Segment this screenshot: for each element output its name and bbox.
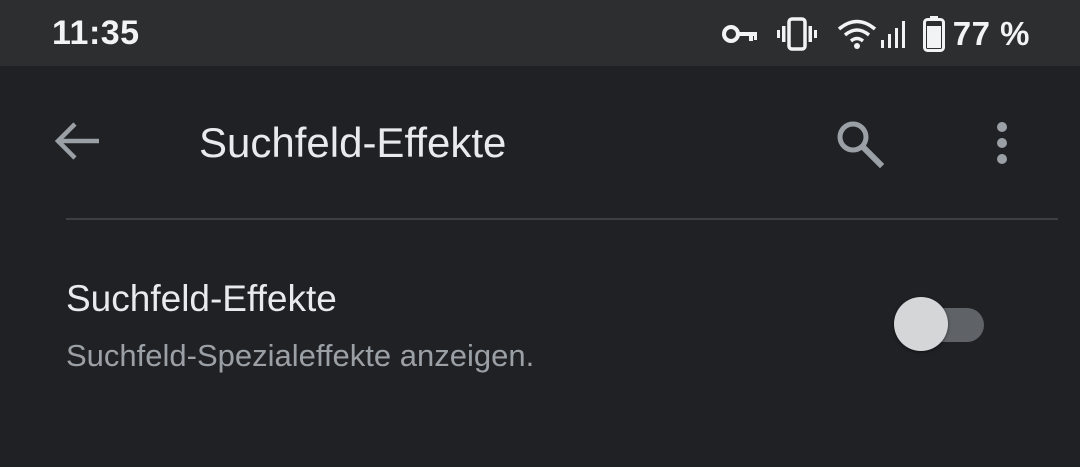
status-icons: 77 % xyxy=(721,12,1030,56)
vpn-key-icon xyxy=(721,22,759,46)
setting-summary: Suchfeld-Spezialeffekte anzeigen. xyxy=(66,338,535,373)
app-bar: Suchfeld-Effekte xyxy=(0,66,1080,218)
setting-title: Suchfeld-Effekte xyxy=(66,278,337,319)
back-button[interactable] xyxy=(46,116,108,170)
more-options-button[interactable] xyxy=(980,114,1024,176)
search-icon xyxy=(834,118,885,173)
search-button[interactable] xyxy=(828,114,890,176)
battery-percentage: 77 % xyxy=(952,15,1030,52)
settings-screen: 11:35 77 % Suchfeld-Effekte Suchfeld-Eff… xyxy=(0,0,1080,467)
vibrate-icon xyxy=(776,17,817,51)
status-bar: 11:35 77 % xyxy=(0,0,1080,66)
cell-signal-icon xyxy=(877,18,909,50)
status-time: 11:35 xyxy=(52,14,140,52)
battery-icon xyxy=(922,16,945,52)
page-title: Suchfeld-Effekte xyxy=(199,119,507,166)
wifi-icon xyxy=(837,18,877,50)
more-vert-icon xyxy=(996,121,1008,170)
arrow-back-icon xyxy=(53,121,101,166)
toggle-thumb xyxy=(894,297,948,351)
divider xyxy=(66,218,1058,220)
search-effects-toggle[interactable] xyxy=(894,297,986,353)
setting-row-search-effects[interactable]: Suchfeld-Effekte Suchfeld-Spezialeffekte… xyxy=(0,222,1080,422)
